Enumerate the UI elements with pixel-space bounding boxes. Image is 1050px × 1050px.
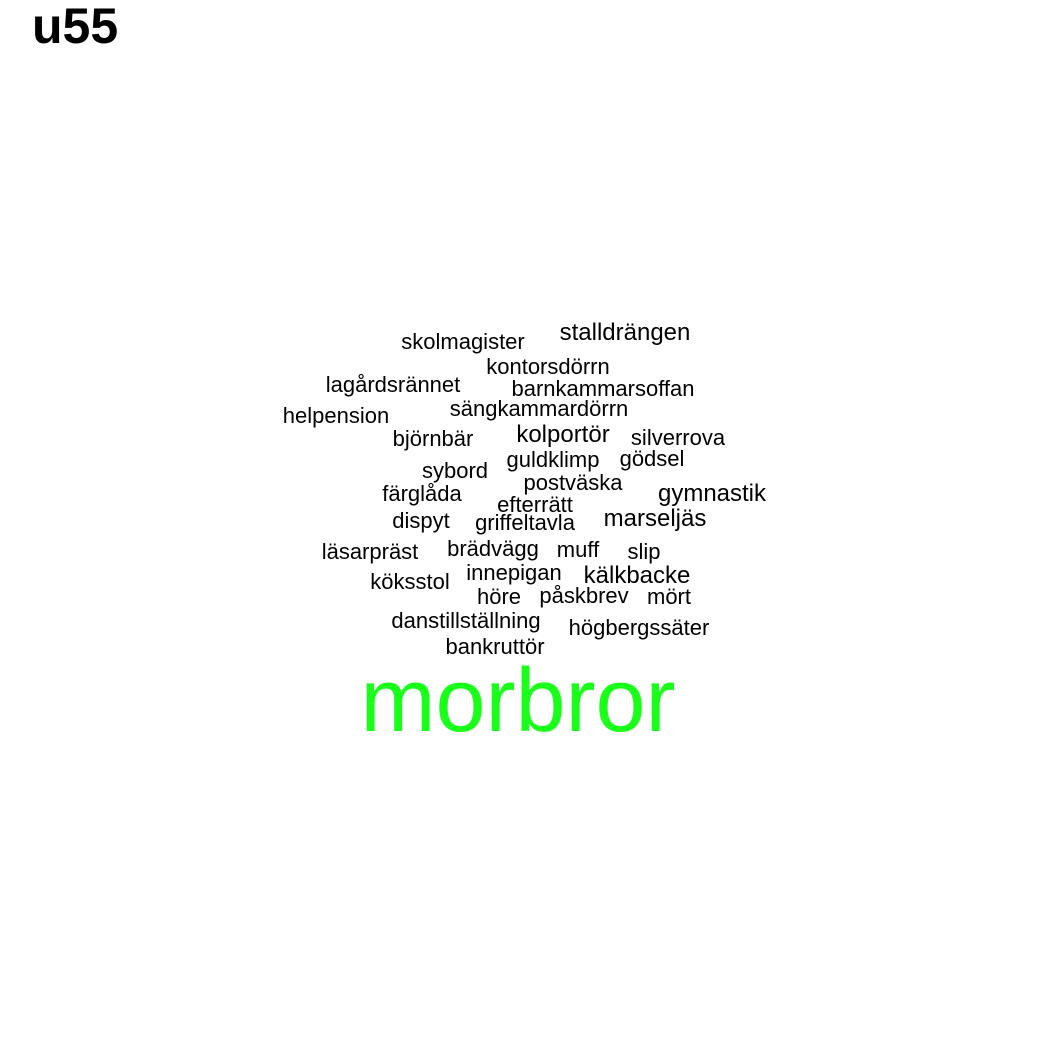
word-muff: muff <box>556 537 600 562</box>
word-gymnastik: gymnastik <box>657 480 767 507</box>
word-dispyt: dispyt <box>392 508 450 533</box>
word-innepigan: innepigan <box>466 560 562 585</box>
word-sybord: sybord <box>421 458 489 483</box>
word-koksstol: köksstol <box>370 569 450 594</box>
word-lagardsrannet: lagårdsrännet <box>325 372 461 397</box>
word-cloud: skolmagister stalldrängen kontorsdörrn l… <box>0 0 1050 1050</box>
word-paskbrev: påskbrev <box>539 583 629 608</box>
word-guldklimp: guldklimp <box>506 447 600 472</box>
word-godsel: gödsel <box>619 446 685 471</box>
word-marseljas: marseljäs <box>603 505 707 532</box>
word-farglada: färglåda <box>382 481 462 506</box>
word-stalldrangen: stalldrängen <box>559 319 691 346</box>
word-danstillstallning: danstillställning <box>391 608 541 633</box>
word-hogbergssater: högbergssäter <box>568 615 710 640</box>
word-bjornbar: björnbär <box>392 426 474 451</box>
word-lasarprast: läsarpräst <box>321 539 419 564</box>
word-kolportor: kolportör <box>516 421 610 448</box>
word-griffeltavla: griffeltavla <box>475 510 575 535</box>
word-bradvagg: brädvägg <box>447 536 539 561</box>
word-sangkammardorrn: sängkammardörrn <box>449 396 629 421</box>
word-skolmagister: skolmagister <box>401 329 525 354</box>
word-postvaska: postväska <box>523 470 623 495</box>
word-mort: mört <box>647 584 691 609</box>
word-helpension: helpension <box>282 403 390 428</box>
word-hore: höre <box>476 584 522 609</box>
word-slip: slip <box>627 539 661 564</box>
word-kontorsdorrn: kontorsdörrn <box>486 354 610 379</box>
word-morbror: morbror <box>360 651 676 751</box>
